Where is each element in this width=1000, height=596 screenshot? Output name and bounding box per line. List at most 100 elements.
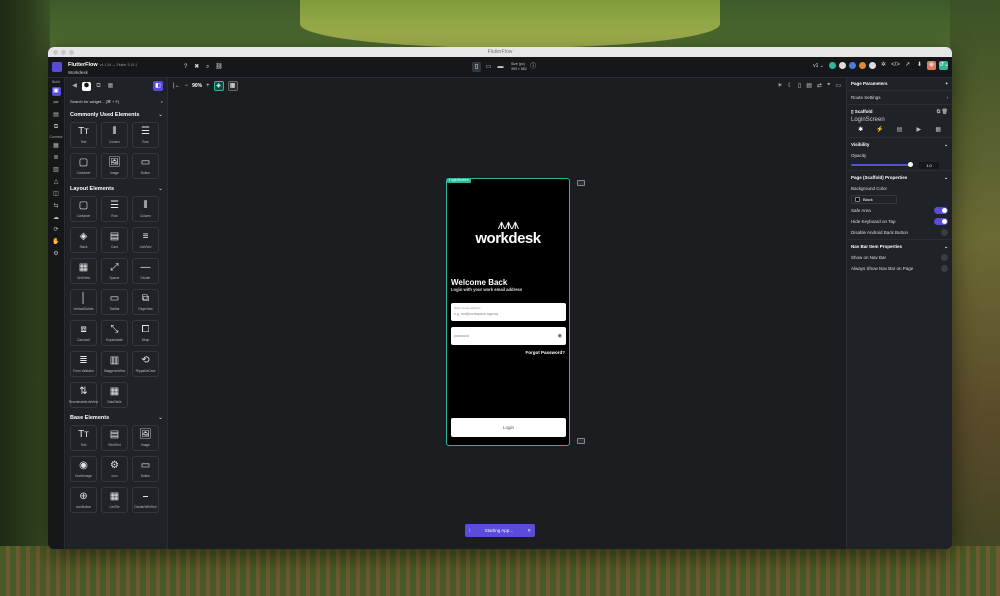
api-calls-icon[interactable]: ⇆ bbox=[52, 202, 61, 211]
phone-device-icon[interactable]: ▯ bbox=[472, 62, 481, 72]
opacity-knob[interactable] bbox=[908, 162, 913, 167]
widget-tile[interactable]: ⎯ DividerWithText bbox=[132, 487, 159, 513]
firestore-icon[interactable]: ≣ bbox=[52, 154, 61, 163]
device-frame-icon[interactable]: ▯ bbox=[798, 82, 801, 89]
forgot-password-link[interactable]: Forgot Password? bbox=[525, 350, 565, 355]
delete-icon[interactable]: 🗑 bbox=[942, 109, 948, 115]
version-select[interactable]: v1 ⌄ bbox=[811, 62, 826, 70]
collapse-icon[interactable]: |← bbox=[173, 83, 181, 89]
widget-tile[interactable]: ▤ RichText bbox=[101, 425, 128, 451]
settings-tools-icon[interactable]: ✖ bbox=[193, 64, 200, 71]
zoom-level[interactable]: 90% bbox=[192, 83, 202, 89]
device-info-icon[interactable]: ⓘ bbox=[530, 64, 537, 71]
canvas-area[interactable]: |← − 90% + ◈ ▦ ☀ ☾ ▯ ▤ ⇄ ⌖ ▭ LoginScreen… bbox=[169, 78, 845, 549]
layers-icon[interactable]: ▤ bbox=[806, 82, 812, 89]
widget-tile[interactable]: ⫴ Column bbox=[101, 122, 128, 148]
widget-tile[interactable]: ≡ ListView bbox=[132, 227, 159, 253]
bug-icon[interactable]: ✲ bbox=[879, 61, 888, 70]
opacity-value[interactable]: 1.0 bbox=[919, 161, 939, 169]
chevron-down-icon[interactable]: ⌄ bbox=[158, 185, 163, 192]
password-field[interactable]: password ◉ bbox=[451, 327, 566, 345]
agent-icon[interactable]: ⟳ bbox=[52, 226, 61, 235]
link-icon[interactable]: ⛓ bbox=[215, 64, 223, 71]
search-icon[interactable]: ⌕ bbox=[204, 64, 211, 71]
chevron-down-icon[interactable]: ⌄ bbox=[158, 111, 163, 118]
widget-search[interactable]: Search for widget... (⌘ + F) ⌕ bbox=[70, 97, 163, 106]
comments-icon[interactable] bbox=[839, 62, 846, 69]
templates-tab-icon[interactable]: ▦ bbox=[106, 82, 115, 91]
widget-tile[interactable]: ⟲ FlippableCard bbox=[132, 351, 159, 377]
nav-bar-toggle-icon[interactable] bbox=[577, 438, 585, 444]
widget-tile[interactable]: ▥ StaggeredView bbox=[101, 351, 128, 377]
widget-tile[interactable]: ◉ CircleImage bbox=[70, 456, 97, 482]
widget-tile[interactable]: ⤢ Spacer bbox=[101, 258, 128, 284]
background-color-picker[interactable]: Black bbox=[851, 195, 897, 204]
copy-icon[interactable]: ⧉ bbox=[937, 109, 941, 115]
components-tab-icon[interactable]: ⧉ bbox=[94, 82, 103, 91]
widget-search-input[interactable]: Search for widget... (⌘ + F) bbox=[70, 99, 119, 104]
widget-tile[interactable]: 🖼 Image bbox=[132, 425, 159, 451]
tablet-device-icon[interactable]: ▭ bbox=[484, 62, 493, 72]
safe-area-toggle[interactable] bbox=[934, 207, 948, 214]
light-mode-icon[interactable]: ☀ bbox=[777, 82, 782, 89]
properties-tab-icon[interactable]: ✱ bbox=[856, 126, 865, 133]
widget-tile[interactable]: ☰ Row bbox=[132, 122, 159, 148]
widget-tile[interactable]: ▢ Container bbox=[70, 153, 97, 179]
settings-icon[interactable]: ⚙ bbox=[52, 250, 61, 259]
show-nav-toggle[interactable] bbox=[941, 254, 948, 261]
data-types-icon[interactable]: ▦ bbox=[52, 142, 61, 151]
widget-tile[interactable]: ⧉ PageView bbox=[132, 289, 159, 315]
run-button[interactable]: ↺⌄ bbox=[939, 61, 949, 70]
nav-bar-chevron-icon[interactable]: ⌄ bbox=[944, 244, 948, 250]
opacity-track[interactable] bbox=[851, 162, 913, 167]
widget-tile[interactable]: ⧈ Carousel bbox=[70, 320, 97, 346]
widget-palette-icon[interactable]: ▣ bbox=[51, 87, 61, 96]
email-field[interactable]: Work email address e.g. am@workspace.age… bbox=[451, 303, 566, 321]
backend-query-tab-icon[interactable]: ▤ bbox=[895, 126, 904, 133]
pin-panel-icon[interactable]: ◧ bbox=[153, 81, 163, 91]
add-icon[interactable]: + bbox=[945, 81, 948, 86]
widget-section-header[interactable]: Base Elements ⌄ bbox=[66, 412, 167, 423]
page-parameters-row[interactable]: Page Parameters + bbox=[847, 78, 952, 89]
widget-tile[interactable]: 🖼 Image bbox=[101, 153, 128, 179]
toggle-preview-icon[interactable]: ◈ bbox=[213, 81, 224, 91]
widget-tile[interactable]: ⚙ Icon bbox=[101, 456, 128, 482]
firebase-icon[interactable] bbox=[859, 62, 866, 69]
widget-tile[interactable]: — Divider bbox=[132, 258, 159, 284]
connect-icon[interactable]: ⧉ bbox=[52, 123, 61, 132]
widget-tile[interactable]: ▦ DataTable bbox=[101, 382, 128, 408]
storyboard-icon[interactable]: ▤ bbox=[52, 111, 61, 120]
check-status-icon[interactable] bbox=[829, 62, 836, 69]
test-mode-icon[interactable]: ◉ bbox=[927, 61, 936, 70]
widgets-tab-icon[interactable]: ⬢ bbox=[82, 81, 91, 91]
animations-tab-icon[interactable]: ▶ bbox=[914, 126, 923, 133]
ruler-icon[interactable]: ▭ bbox=[835, 82, 841, 89]
widget-tile[interactable]: │ VerticalDivider bbox=[70, 289, 97, 315]
widget-tree-icon[interactable]: ≔ bbox=[52, 99, 61, 108]
desktop-device-icon[interactable]: ▬ bbox=[496, 62, 505, 72]
visibility-chevron-icon[interactable]: ⌄ bbox=[944, 142, 948, 148]
help-icon[interactable]: ? bbox=[182, 64, 189, 71]
open-external-icon[interactable]: ↗ bbox=[903, 61, 912, 70]
zoom-out-button[interactable]: − bbox=[185, 83, 189, 89]
widget-tile[interactable]: ▦ GridView bbox=[70, 258, 97, 284]
broadcast-icon[interactable]: ⌖ bbox=[827, 82, 830, 89]
route-settings-row[interactable]: Route Settings › bbox=[847, 92, 952, 103]
widget-tile[interactable]: ▭ Button bbox=[132, 153, 159, 179]
widget-tile[interactable]: ≣ Form Validator bbox=[70, 351, 97, 377]
back-icon[interactable]: ◀ bbox=[70, 82, 79, 91]
always-show-nav-toggle[interactable] bbox=[941, 265, 948, 272]
widget-tile[interactable]: ☰ Row bbox=[101, 196, 128, 222]
opacity-slider[interactable]: 1.0 bbox=[851, 161, 948, 169]
widget-tile[interactable]: ⊕ IconButton bbox=[70, 487, 97, 513]
app-bar-toggle-icon[interactable] bbox=[577, 180, 585, 186]
zoom-in-button[interactable]: + bbox=[206, 83, 210, 89]
language-icon[interactable]: ⇄ bbox=[817, 82, 822, 89]
widget-tile[interactable]: ⧠ Wrap bbox=[132, 320, 159, 346]
phone-preview[interactable]: LoginScreen ⩚⩚⩚ workdesk Welcome Back Lo… bbox=[446, 178, 570, 446]
hide-keyboard-toggle[interactable] bbox=[934, 218, 948, 225]
cloud-functions-icon[interactable]: ☁ bbox=[52, 214, 61, 223]
widget-tile[interactable]: ▭ TabBar bbox=[101, 289, 128, 315]
widget-section-header[interactable]: Layout Elements ⌄ bbox=[66, 183, 167, 194]
widget-tile[interactable]: ▦ ListTile bbox=[101, 487, 128, 513]
